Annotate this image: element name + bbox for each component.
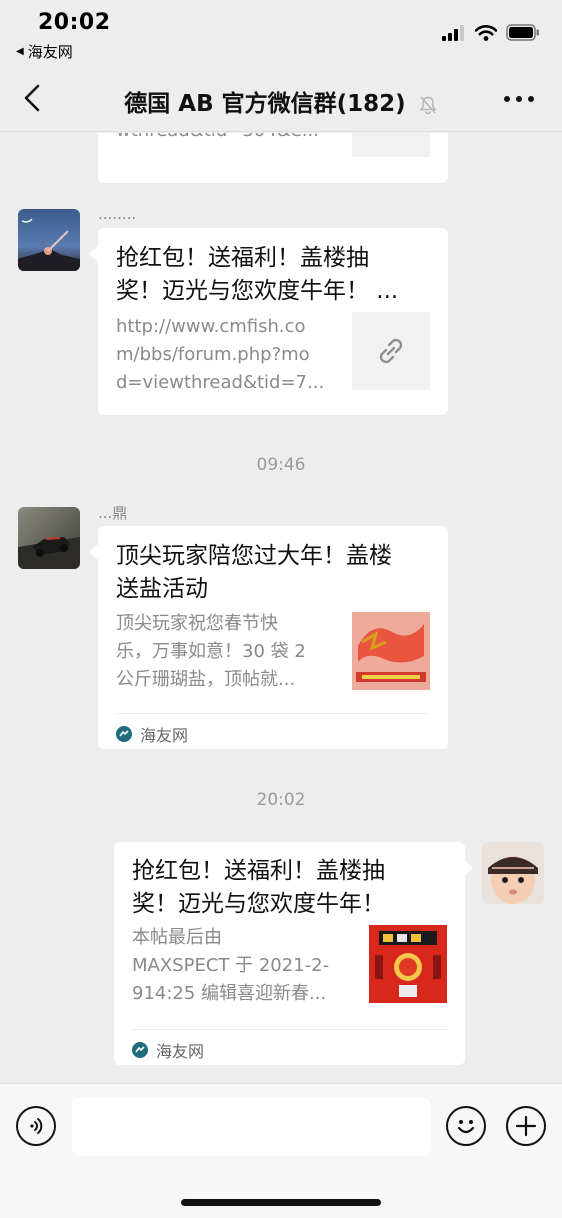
site-logo-icon xyxy=(132,1042,148,1058)
bell-muted-icon xyxy=(419,96,437,114)
article-desc-line3: 914:25 编辑喜迎新春... xyxy=(132,983,327,1004)
avatar-image xyxy=(18,507,80,569)
chat-title: 德国 AB 官方微信群(182) xyxy=(0,84,562,118)
chat-title-text: 德国 AB 官方微信群(182) xyxy=(124,91,406,117)
plus-icon xyxy=(515,1115,537,1137)
article-source: 海友网 xyxy=(116,722,188,746)
article-desc-line2: 乐，万事如意！30 袋 2 xyxy=(116,641,306,662)
emoji-button[interactable] xyxy=(446,1106,486,1146)
source-name: 海友网 xyxy=(156,1042,205,1061)
status-time: 20:02 xyxy=(38,10,111,35)
status-bar: 20:02 ◀ 海友网 xyxy=(0,0,562,62)
sender-name: ........ xyxy=(98,205,137,223)
link-title-line2: 奖！迈光与您欢度牛年！ ... xyxy=(116,278,399,304)
avatar[interactable] xyxy=(18,507,80,569)
voice-icon xyxy=(30,1118,43,1134)
system-icons xyxy=(442,24,540,41)
article-thumbnail xyxy=(369,925,447,1003)
chain-link-icon xyxy=(379,338,403,364)
back-to-app-link[interactable]: ◀ 海友网 xyxy=(16,41,73,62)
battery-icon xyxy=(506,24,539,41)
message-bubble-article-self[interactable]: 抢红包！送福利！盖楼抽 奖！迈光与您欢度牛年！ 本帖最后由 MAXSPECT 于… xyxy=(114,842,465,1065)
back-triangle-icon: ◀ xyxy=(16,46,24,57)
signal-icon xyxy=(442,24,464,41)
message-input[interactable] xyxy=(72,1098,430,1156)
article-divider xyxy=(116,713,430,714)
article-title-line1: 抢红包！送福利！盖楼抽 xyxy=(132,858,385,884)
article-title-line2: 送盐活动 xyxy=(116,576,208,602)
message-bubble-link[interactable]: 抢红包！送福利！盖楼抽 奖！迈光与您欢度牛年！ ... http://www.c… xyxy=(98,228,448,415)
article-title-line1: 顶尖玩家陪您过大年！盖楼 xyxy=(116,543,392,569)
chat-header: 德国 AB 官方微信群(182) xyxy=(0,62,562,132)
link-url-line3: d=viewthread&tid=7... xyxy=(116,372,325,393)
self-avatar[interactable] xyxy=(482,842,544,904)
article-title-line2: 奖！迈光与您欢度牛年！ xyxy=(132,891,385,917)
wifi-icon xyxy=(475,24,497,41)
sender-name: ...鼎 xyxy=(98,504,128,522)
timestamp: 20:02 xyxy=(256,790,306,810)
timestamp: 09:46 xyxy=(256,455,306,475)
avatar-image xyxy=(18,209,80,271)
home-indicator[interactable] xyxy=(181,1199,381,1206)
article-desc-line2: MAXSPECT 于 2021-2- xyxy=(132,955,330,976)
article-desc-line1: 本帖最后由 xyxy=(132,927,222,948)
message-bubble-partial[interactable]: wthread&tid=304&e... xyxy=(98,133,448,183)
site-logo-icon xyxy=(116,726,132,742)
bubble-tail xyxy=(89,544,98,560)
plus-button[interactable] xyxy=(506,1106,546,1146)
input-bar xyxy=(0,1083,562,1218)
voice-button[interactable] xyxy=(16,1106,56,1146)
avatar-image xyxy=(482,842,544,904)
more-dots-icon[interactable] xyxy=(504,96,534,102)
chat-message-list[interactable]: wthread&tid=304&e... ........ 抢红包！送福利！盖楼… xyxy=(0,133,562,1083)
new-year-poster-image xyxy=(352,612,430,690)
bubble-tail xyxy=(89,246,98,262)
link-thumbnail xyxy=(352,133,430,157)
back-app-label: 海友网 xyxy=(27,43,73,61)
article-source: 海友网 xyxy=(132,1038,204,1062)
article-desc-line1: 顶尖玩家祝您春节快 xyxy=(116,613,278,634)
article-desc-line3: 公斤珊瑚盐，顶帖就... xyxy=(116,669,296,690)
avatar[interactable] xyxy=(18,209,80,271)
link-title-line1: 抢红包！送福利！盖楼抽 xyxy=(116,245,369,271)
red-envelope-poster-image xyxy=(369,925,447,1003)
link-url-line2: m/bbs/forum.php?mo xyxy=(116,344,310,365)
message-bubble-article[interactable]: 顶尖玩家陪您过大年！盖楼 送盐活动 顶尖玩家祝您春节快 乐，万事如意！30 袋 … xyxy=(98,526,448,749)
link-thumbnail xyxy=(352,312,430,390)
link-url-line1: http://www.cmfish.co xyxy=(116,316,306,337)
article-thumbnail xyxy=(352,612,430,690)
bubble-tail xyxy=(464,860,473,876)
emoji-icon xyxy=(457,1120,475,1134)
source-name: 海友网 xyxy=(140,726,189,745)
article-divider xyxy=(132,1029,447,1030)
link-url-text: wthread&tid=304&e... xyxy=(116,133,346,146)
